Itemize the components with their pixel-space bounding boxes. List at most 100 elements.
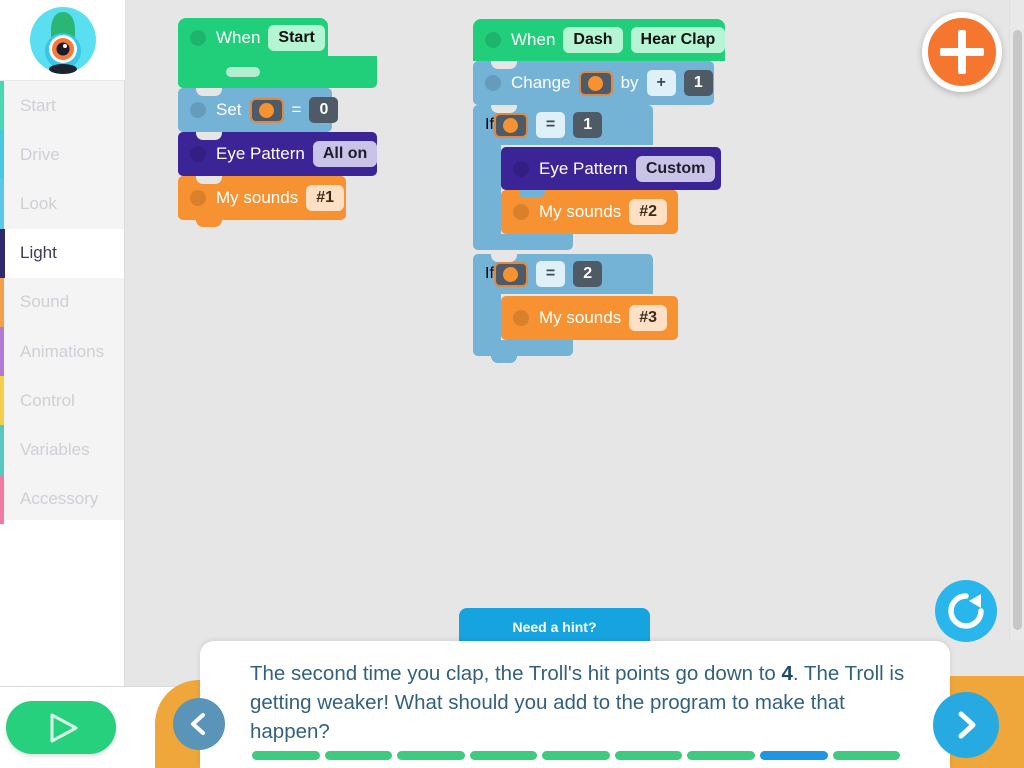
sidebar-item-drive[interactable]: Drive xyxy=(0,130,124,180)
block-handle xyxy=(190,146,206,162)
sidebar-item-variables[interactable]: Variables xyxy=(0,425,124,475)
value-field[interactable]: 1 xyxy=(683,70,713,96)
next-step-button[interactable] xyxy=(933,692,999,758)
block-my-sounds-3[interactable]: My sounds #3 xyxy=(501,296,678,347)
block-if-1[interactable]: If = 1 Eye Pattern Custom My sounds #2 xyxy=(473,105,725,250)
sidebar-item-accessory[interactable]: Accessory xyxy=(0,474,124,524)
reset-program-button[interactable] xyxy=(935,580,997,642)
instruction-panel: The second time you clap, the Troll's hi… xyxy=(200,641,950,768)
sidebar-item-label: Start xyxy=(20,95,56,115)
sidebar-item-animations[interactable]: Animations xyxy=(0,326,124,377)
category-list: Start Drive Look Light Sound Animations xyxy=(0,80,124,524)
if-arm xyxy=(473,294,501,340)
sidebar-item-look[interactable]: Look xyxy=(0,179,124,229)
category-accent xyxy=(0,81,4,131)
variable-chip-icon[interactable] xyxy=(578,70,613,96)
value-field[interactable]: 0 xyxy=(309,97,339,123)
robot-dropdown[interactable]: Dash xyxy=(563,27,623,53)
if-body: My sounds #3 xyxy=(473,294,725,347)
progress-segment[interactable] xyxy=(324,751,393,760)
set-label: Set xyxy=(216,100,242,119)
block-set-variable[interactable]: Set = 0 xyxy=(178,88,377,132)
progress-segment[interactable] xyxy=(542,751,610,760)
block-when-hear-clap[interactable]: When Dash Hear Clap xyxy=(473,19,726,61)
sidebar-item-label: Drive xyxy=(20,144,60,164)
block-if-2[interactable]: If = 2 My sounds #3 xyxy=(473,254,725,363)
sidebar-item-start[interactable]: Start xyxy=(0,81,124,131)
eye-pattern-label: Eye Pattern xyxy=(216,144,305,163)
sidebar-empty-area xyxy=(0,520,124,686)
variable-chip-icon[interactable] xyxy=(493,261,528,287)
progress-segment[interactable] xyxy=(397,751,465,760)
block-notch xyxy=(491,254,517,262)
when-label: When xyxy=(216,28,261,47)
comparison-operator[interactable]: = xyxy=(535,261,566,287)
change-label: Change xyxy=(511,73,571,92)
eye-pattern-dropdown[interactable]: All on xyxy=(312,141,378,167)
sound-dropdown[interactable]: #3 xyxy=(629,305,667,331)
play-button[interactable] xyxy=(6,701,116,754)
my-sounds-label: My sounds xyxy=(539,308,622,327)
previous-step-button[interactable] xyxy=(173,698,225,750)
sidebar-item-light[interactable]: Light xyxy=(0,228,124,278)
progress-segment[interactable] xyxy=(614,751,683,760)
block-notch xyxy=(491,61,517,69)
variable-chip-icon[interactable] xyxy=(493,112,528,138)
my-sounds-label: My sounds xyxy=(539,202,622,221)
category-accent xyxy=(0,179,4,229)
progress-segment[interactable] xyxy=(252,751,320,760)
compare-value[interactable]: 1 xyxy=(573,112,603,138)
if-arm xyxy=(473,145,501,234)
variable-chip-icon[interactable] xyxy=(249,97,284,123)
instruction-text: The second time you clap, the Troll's hi… xyxy=(250,659,905,746)
by-label: by xyxy=(620,73,639,92)
scrollbar-thumb[interactable] xyxy=(1013,30,1022,630)
event-dropdown[interactable]: Hear Clap xyxy=(630,27,726,53)
operator-dropdown[interactable]: + xyxy=(646,70,676,96)
block-handle xyxy=(190,30,206,46)
sound-dropdown[interactable]: #1 xyxy=(306,185,344,211)
hat-body xyxy=(178,56,377,88)
block-my-sounds-1[interactable]: My sounds #1 xyxy=(178,176,377,227)
my-sounds-label: My sounds xyxy=(216,188,299,207)
block-handle xyxy=(513,310,529,326)
robot-avatar[interactable] xyxy=(0,0,125,80)
comparison-operator[interactable]: = xyxy=(535,112,566,138)
block-eye-pattern-custom[interactable]: Eye Pattern Custom xyxy=(501,147,721,190)
operator-label: = xyxy=(291,100,302,119)
sidebar-item-control[interactable]: Control xyxy=(0,376,124,426)
program-workspace[interactable]: When Start Set = 0 Eye Pattern All on My… xyxy=(125,0,1024,640)
block-handle xyxy=(513,160,529,177)
if-label: If xyxy=(485,265,494,282)
block-notch xyxy=(196,88,222,96)
progress-segment[interactable] xyxy=(687,751,755,760)
category-accent xyxy=(0,228,5,278)
program-start[interactable]: When Start Set = 0 Eye Pattern All on My… xyxy=(178,18,378,227)
sound-dropdown[interactable]: #2 xyxy=(629,199,667,225)
workspace-scrollbar[interactable] xyxy=(1009,0,1024,640)
add-block-button[interactable] xyxy=(922,12,1002,92)
block-my-sounds-2[interactable]: My sounds #2 xyxy=(501,190,721,241)
block-change-variable[interactable]: Change by + 1 xyxy=(473,61,725,105)
chevron-left-icon xyxy=(191,713,205,735)
progress-segment[interactable] xyxy=(469,751,538,760)
block-knob xyxy=(491,354,517,363)
block-notch xyxy=(196,132,222,140)
event-dropdown[interactable]: Start xyxy=(268,25,325,51)
sidebar-item-label: Variables xyxy=(20,439,90,459)
category-accent xyxy=(0,474,4,524)
block-when-start[interactable]: When Start xyxy=(178,18,377,88)
if-footer xyxy=(473,340,573,363)
program-hear-clap[interactable]: When Dash Hear Clap Change by + 1 If = 1… xyxy=(473,19,726,363)
sidebar-item-label: Animations xyxy=(20,341,105,361)
block-knob xyxy=(196,218,222,227)
dash-robot-icon xyxy=(29,7,96,74)
progress-segment[interactable] xyxy=(832,751,901,760)
sidebar-item-sound[interactable]: Sound xyxy=(0,277,124,327)
progress-segment-current[interactable] xyxy=(759,751,828,760)
block-category-sidebar: Start Drive Look Light Sound Animations xyxy=(0,0,125,686)
compare-value[interactable]: 2 xyxy=(573,261,603,287)
if-label: If xyxy=(485,116,494,133)
block-eye-pattern[interactable]: Eye Pattern All on xyxy=(178,132,378,176)
eye-pattern-dropdown[interactable]: Custom xyxy=(635,155,716,182)
